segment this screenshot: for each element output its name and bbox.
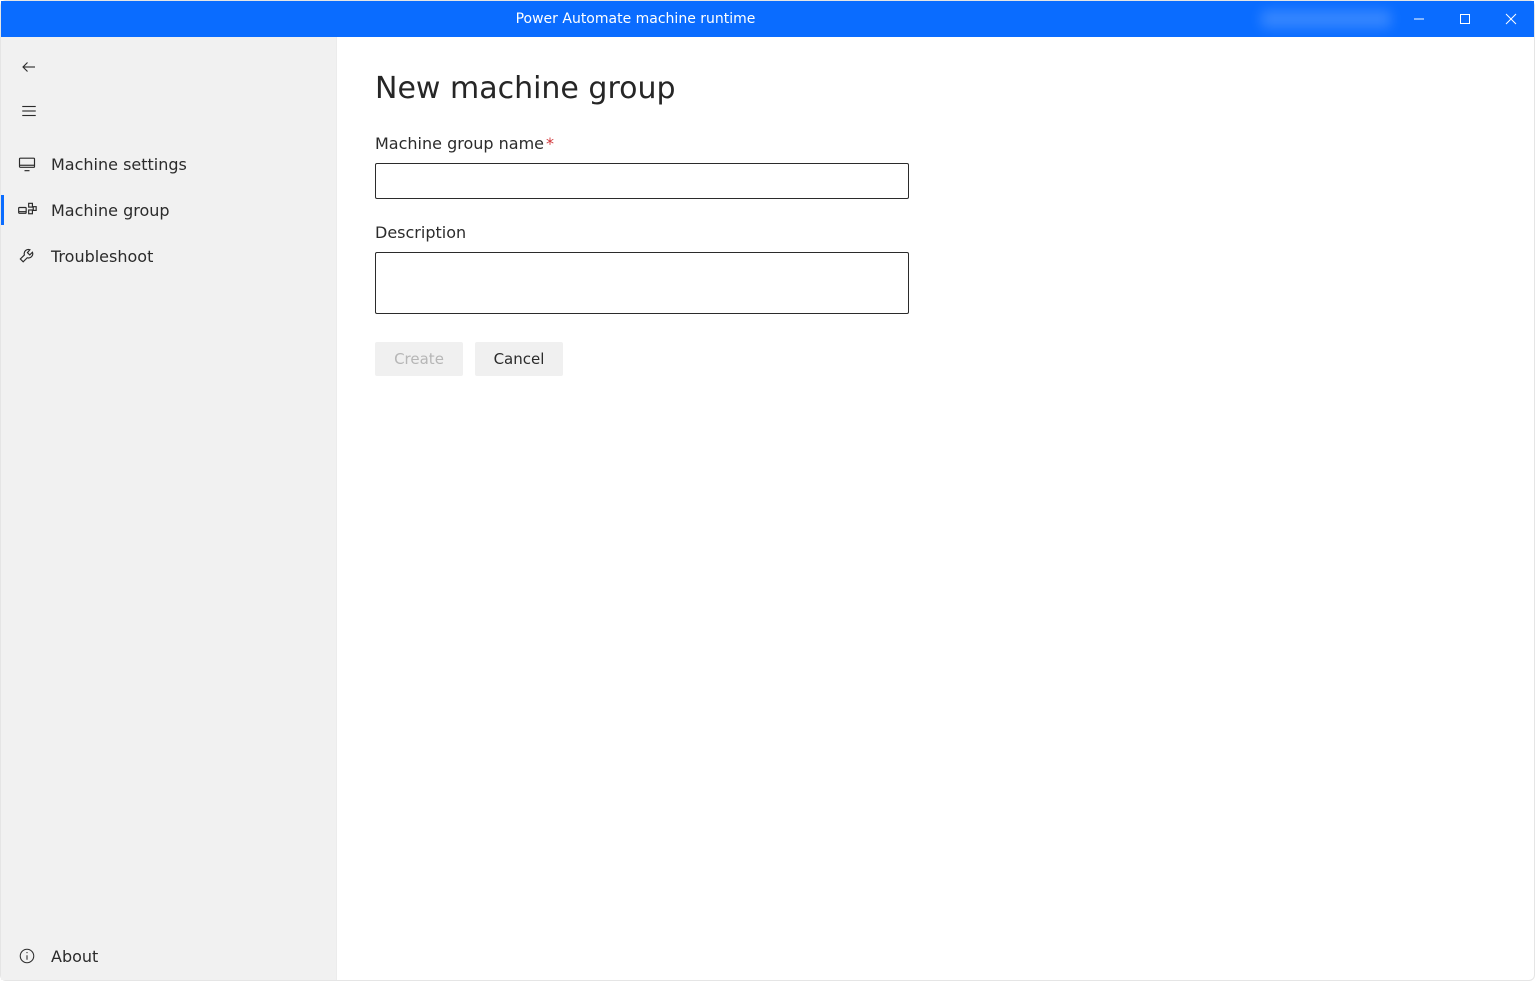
window-minimize-button[interactable] — [1396, 1, 1442, 37]
sidebar-item-label: About — [51, 947, 98, 966]
cancel-button[interactable]: Cancel — [475, 342, 563, 376]
create-button[interactable]: Create — [375, 342, 463, 376]
sidebar: Machine settings Machine group Troublesh… — [1, 37, 337, 980]
monitor-icon — [17, 154, 37, 174]
hamburger-icon — [20, 102, 38, 120]
window-controls — [1396, 1, 1534, 37]
hamburger-button[interactable] — [13, 95, 45, 127]
machine-group-name-label: Machine group name* — [375, 134, 1496, 153]
titlebar-user — [1256, 1, 1396, 37]
description-input[interactable] — [375, 252, 909, 314]
machine-group-icon — [17, 200, 37, 220]
machine-group-name-input[interactable] — [375, 163, 909, 199]
sidebar-item-machine-settings[interactable]: Machine settings — [1, 141, 336, 187]
sidebar-item-troubleshoot[interactable]: Troubleshoot — [1, 233, 336, 279]
sidebar-item-about[interactable]: About — [1, 932, 336, 980]
sidebar-item-label: Machine settings — [51, 155, 187, 174]
description-label: Description — [375, 223, 1496, 242]
sidebar-item-machine-group[interactable]: Machine group — [1, 187, 336, 233]
titlebar: Power Automate machine runtime — [1, 1, 1534, 37]
wrench-icon — [17, 246, 37, 266]
titlebar-title: Power Automate machine runtime — [15, 11, 1256, 27]
sidebar-item-label: Machine group — [51, 201, 170, 220]
window-close-button[interactable] — [1488, 1, 1534, 37]
page-title: New machine group — [375, 71, 1496, 106]
back-button[interactable] — [13, 51, 45, 83]
sidebar-item-label: Troubleshoot — [51, 247, 153, 266]
window-maximize-button[interactable] — [1442, 1, 1488, 37]
main-content: New machine group Machine group name* De… — [337, 37, 1534, 980]
info-icon — [17, 946, 37, 966]
arrow-left-icon — [20, 58, 38, 76]
